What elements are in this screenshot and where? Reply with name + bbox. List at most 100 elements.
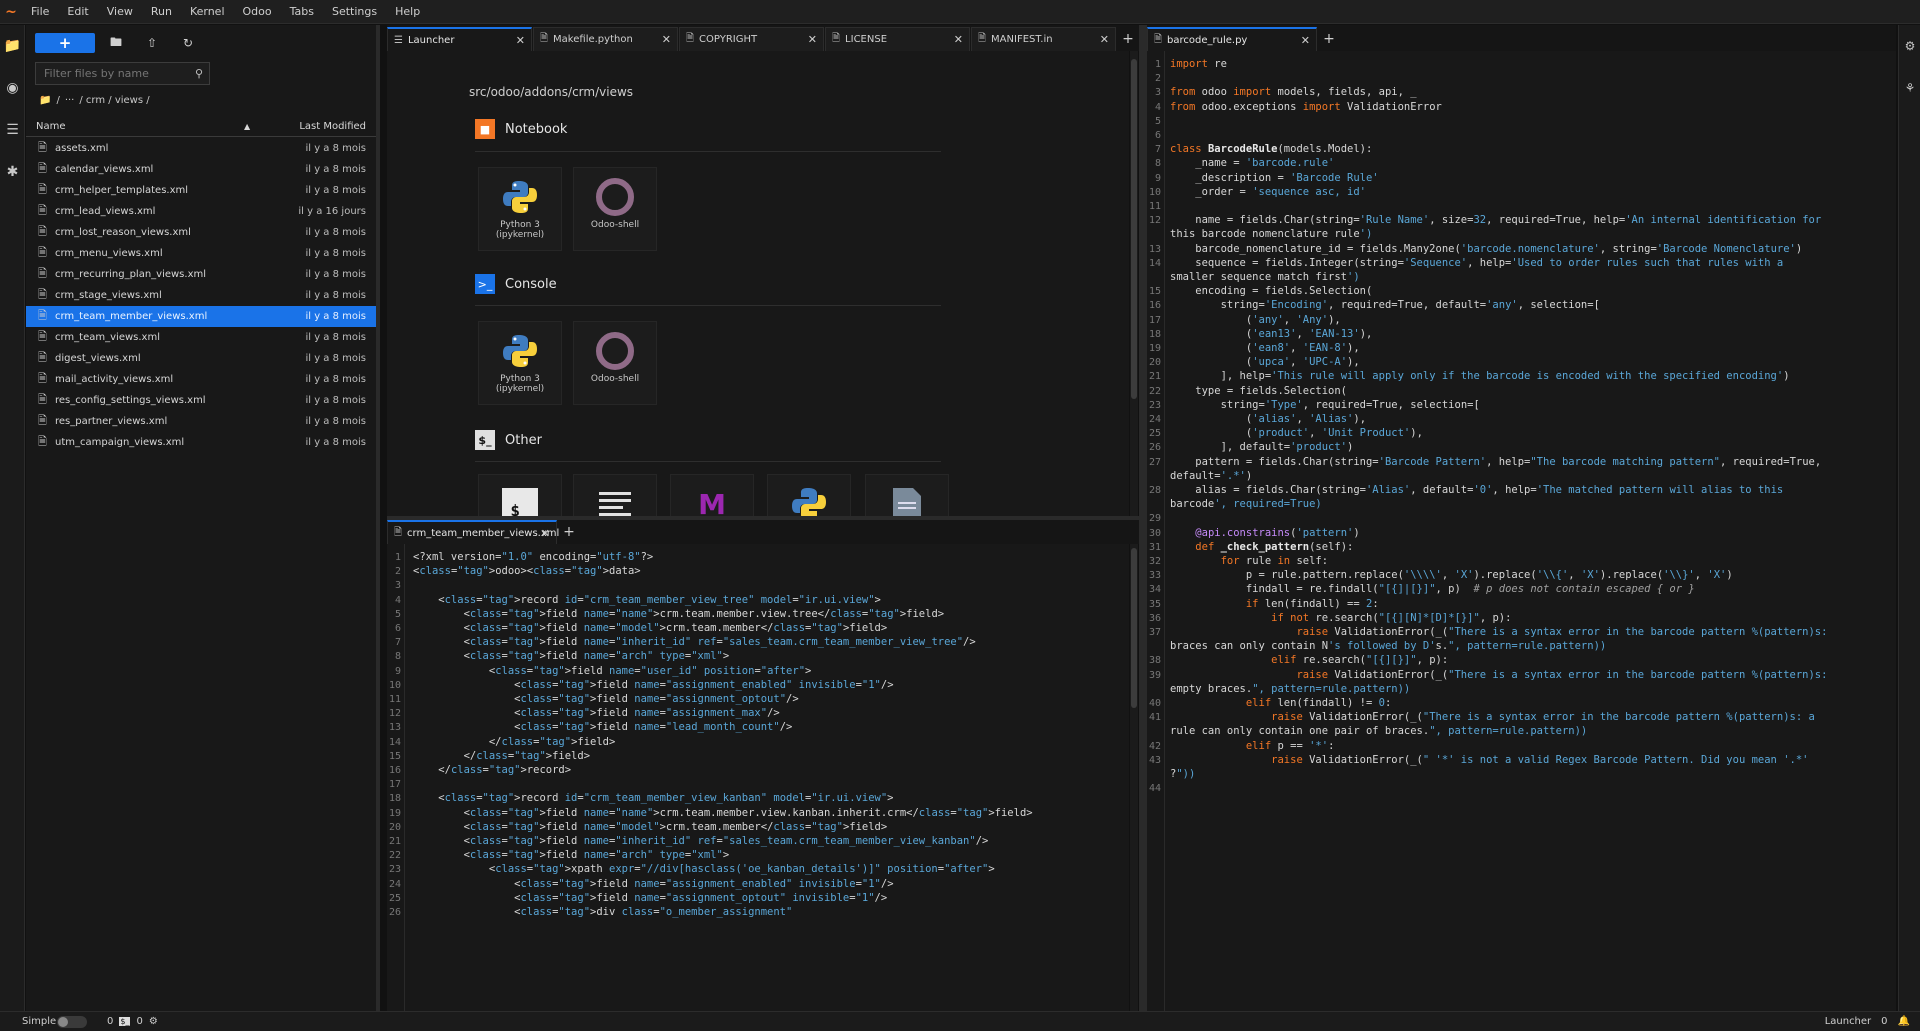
file-row[interactable]: 🗎 assets.xml il y a 8 mois: [26, 138, 376, 159]
file-row[interactable]: 🗎 crm_team_views.xml il y a 8 mois: [26, 327, 376, 348]
file-row[interactable]: 🗎 utm_campaign_views.xml il y a 8 mois: [26, 432, 376, 453]
refresh-icon[interactable]: ↻: [173, 33, 203, 53]
menu-view[interactable]: View: [98, 0, 142, 24]
markdown-file-card[interactable]: M: [670, 474, 754, 516]
jupyter-logo-icon[interactable]: ~: [0, 0, 22, 24]
terminal-small-icon: $_: [475, 430, 495, 450]
launcher-scrollbar[interactable]: [1130, 51, 1138, 516]
file-row[interactable]: 🗎 calendar_views.xml il y a 8 mois: [26, 159, 376, 180]
line-number: 5: [394, 608, 401, 620]
help-file-card[interactable]: [865, 474, 949, 516]
line-number: 42: [1148, 740, 1161, 752]
extension-puzzle-icon[interactable]: ✱: [0, 151, 25, 193]
console-odoo-shell-card[interactable]: Odoo-shell: [573, 321, 657, 405]
folder-icon[interactable]: 📁: [0, 25, 25, 67]
close-icon[interactable]: ✕: [516, 34, 525, 47]
xml-editor[interactable]: 1 <?xml version="1.0" encoding="utf-8"?> 2…: [387, 544, 1129, 1011]
file-browser-toolbar: + 🖿 ⇧ ↻: [35, 33, 203, 53]
tab-label: barcode_rule.py: [1167, 34, 1248, 46]
status-kernels[interactable]: 0 $_ 0 ⚙: [107, 1016, 158, 1027]
close-icon[interactable]: ✕: [1301, 34, 1310, 47]
close-icon[interactable]: ✕: [541, 527, 550, 540]
upload-icon[interactable]: ⇧: [137, 33, 167, 53]
file-row[interactable]: 🗎 res_config_settings_views.xml il y a 8 m…: [26, 390, 376, 411]
menu-kernel[interactable]: Kernel: [181, 0, 234, 24]
file-name: crm_team_views.xml: [55, 332, 160, 343]
file-row[interactable]: 🗎 crm_lead_views.xml il y a 16 jours: [26, 201, 376, 222]
file-modified: il y a 8 mois: [305, 248, 366, 259]
file-row[interactable]: 🗎 crm_team_member_views.xml il y a 8 mois: [26, 306, 376, 327]
notebook-python3-card[interactable]: Python 3 (ipykernel): [478, 167, 562, 251]
line-number: 29: [1148, 513, 1161, 525]
menu-run[interactable]: Run: [142, 0, 181, 24]
python-logo-icon: [502, 328, 538, 374]
column-name-header[interactable]: Name: [36, 121, 66, 132]
notebook-odoo-shell-card[interactable]: Odoo-shell: [573, 167, 657, 251]
add-tab-icon[interactable]: +: [1117, 27, 1139, 51]
line-number: 16: [1148, 300, 1161, 312]
file-name: crm_team_member_views.xml: [55, 311, 208, 322]
folder-icon[interactable]: 📁: [39, 95, 51, 106]
file-row[interactable]: 🗎 crm_menu_views.xml il y a 8 mois: [26, 243, 376, 264]
left-activity-bar: 📁 ◉ ☰ ✱: [0, 25, 25, 1011]
console-python3-card[interactable]: Python 3 (ipykernel): [478, 321, 562, 405]
running-kernels-icon[interactable]: ◉: [0, 67, 25, 109]
property-inspector-icon[interactable]: ⚙: [1899, 25, 1920, 67]
xml-scrollbar[interactable]: [1130, 544, 1138, 1011]
terminal-card[interactable]: $_: [478, 474, 562, 516]
card-label: Python 3: [500, 220, 540, 230]
line-number: 33: [1148, 570, 1161, 582]
line-number: 36: [1148, 612, 1161, 624]
close-icon[interactable]: ✕: [808, 33, 817, 46]
line-number: 39: [1148, 669, 1161, 681]
bell-icon[interactable]: 🔔: [1898, 1016, 1910, 1027]
debugger-icon[interactable]: ⚘: [1899, 67, 1920, 109]
new-launcher-button[interactable]: +: [35, 33, 95, 53]
file-row[interactable]: 🗎 crm_stage_views.xml il y a 8 mois: [26, 285, 376, 306]
text-file-card[interactable]: [573, 474, 657, 516]
filter-input[interactable]: [36, 67, 186, 80]
odoo-logo-icon: [595, 328, 635, 374]
breadcrumb-ellipsis[interactable]: ···: [65, 95, 75, 106]
menu-tabs[interactable]: Tabs: [281, 0, 323, 24]
column-modified-header[interactable]: Last Modified: [299, 121, 366, 132]
line-number: 28: [1148, 485, 1161, 496]
close-icon[interactable]: ✕: [954, 33, 963, 46]
scrollbar-thumb[interactable]: [1131, 59, 1137, 399]
scrollbar-thumb[interactable]: [1131, 548, 1137, 708]
tab-makefile-python[interactable]: 🗎 Makefile.python ✕: [533, 27, 678, 51]
file-row[interactable]: 🗎 crm_helper_templates.xml il y a 8 mois: [26, 180, 376, 201]
xml-file-icon: 🗎: [38, 288, 47, 301]
settings-gear-icon[interactable]: ⚙: [149, 1016, 158, 1027]
python-file-card[interactable]: [767, 474, 851, 516]
table-of-contents-icon[interactable]: ☰: [0, 109, 25, 151]
line-number: 10: [388, 679, 401, 691]
tab-barcode-rule-py[interactable]: 🗎 barcode_rule.py ✕: [1147, 27, 1317, 51]
file-row[interactable]: 🗎 crm_recurring_plan_views.xml il y a 8 mo…: [26, 264, 376, 285]
sort-caret-icon[interactable]: ▲: [244, 122, 250, 131]
close-icon[interactable]: ✕: [1100, 33, 1109, 46]
simple-mode-toggle[interactable]: [57, 1016, 87, 1028]
menu-odoo[interactable]: Odoo: [234, 0, 281, 24]
tab-crm-team-member-views-xml[interactable]: 🗎 crm_team_member_views.xml ✕: [387, 520, 559, 544]
add-tab-icon[interactable]: +: [1318, 27, 1340, 51]
tab-copyright[interactable]: 🗎 COPYRIGHT ✕: [679, 27, 824, 51]
tab-license[interactable]: 🗎 LICENSE ✕: [825, 27, 970, 51]
new-folder-icon[interactable]: 🖿: [101, 33, 131, 53]
tab-manifest-in[interactable]: 🗎 MANIFEST.in ✕: [971, 27, 1116, 51]
tab-launcher[interactable]: ☰ Launcher ✕: [387, 27, 532, 51]
file-row[interactable]: 🗎 res_partner_views.xml il y a 8 mois: [26, 411, 376, 432]
file-row[interactable]: 🗎 mail_activity_views.xml il y a 8 mois: [26, 369, 376, 390]
menu-edit[interactable]: Edit: [58, 0, 97, 24]
python-editor[interactable]: 1 import re 2 3 from odoo import models, fie…: [1147, 51, 1896, 1011]
menu-help[interactable]: Help: [386, 0, 429, 24]
vertical-splitter[interactable]: [1139, 25, 1147, 1011]
breadcrumb-path[interactable]: / crm / views /: [79, 95, 149, 106]
file-row[interactable]: 🗎 crm_lost_reason_views.xml il y a 8 mois: [26, 222, 376, 243]
breadcrumb-root[interactable]: /: [56, 95, 59, 106]
menu-settings[interactable]: Settings: [323, 0, 386, 24]
add-tab-icon[interactable]: +: [558, 520, 580, 544]
close-icon[interactable]: ✕: [662, 33, 671, 46]
menu-file[interactable]: File: [22, 0, 58, 24]
file-row[interactable]: 🗎 digest_views.xml il y a 8 mois: [26, 348, 376, 369]
